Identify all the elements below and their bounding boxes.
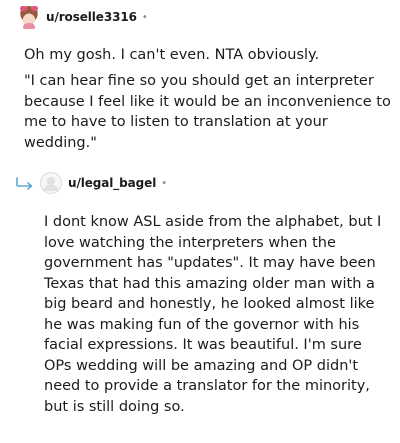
username-link[interactable]: u/legal_bagel	[68, 176, 156, 190]
user-avatar-icon[interactable]	[18, 6, 40, 29]
dress-icon	[23, 23, 35, 29]
avatar-body-icon	[44, 185, 58, 191]
separator-dot: •	[141, 11, 148, 23]
comment-meta: u/roselle3316 •	[18, 5, 148, 29]
comment-paragraph: "I can hear fine so you should get an in…	[24, 73, 391, 151]
user-avatar-icon[interactable]	[40, 172, 62, 194]
username-link[interactable]: u/roselle3316	[46, 10, 137, 24]
reply-arrow-icon	[16, 177, 33, 190]
bow-icon	[20, 6, 27, 11]
separator-dot: •	[161, 177, 168, 189]
comment-paragraph: Oh my gosh. I can't even. NTA obviously.	[24, 47, 320, 63]
comment-paragraph: I dont know ASL aside from the alphabet,…	[44, 214, 382, 415]
bow-icon	[31, 6, 38, 11]
comment-meta: u/legal_bagel •	[14, 171, 167, 195]
avatar-head-icon	[47, 177, 55, 185]
